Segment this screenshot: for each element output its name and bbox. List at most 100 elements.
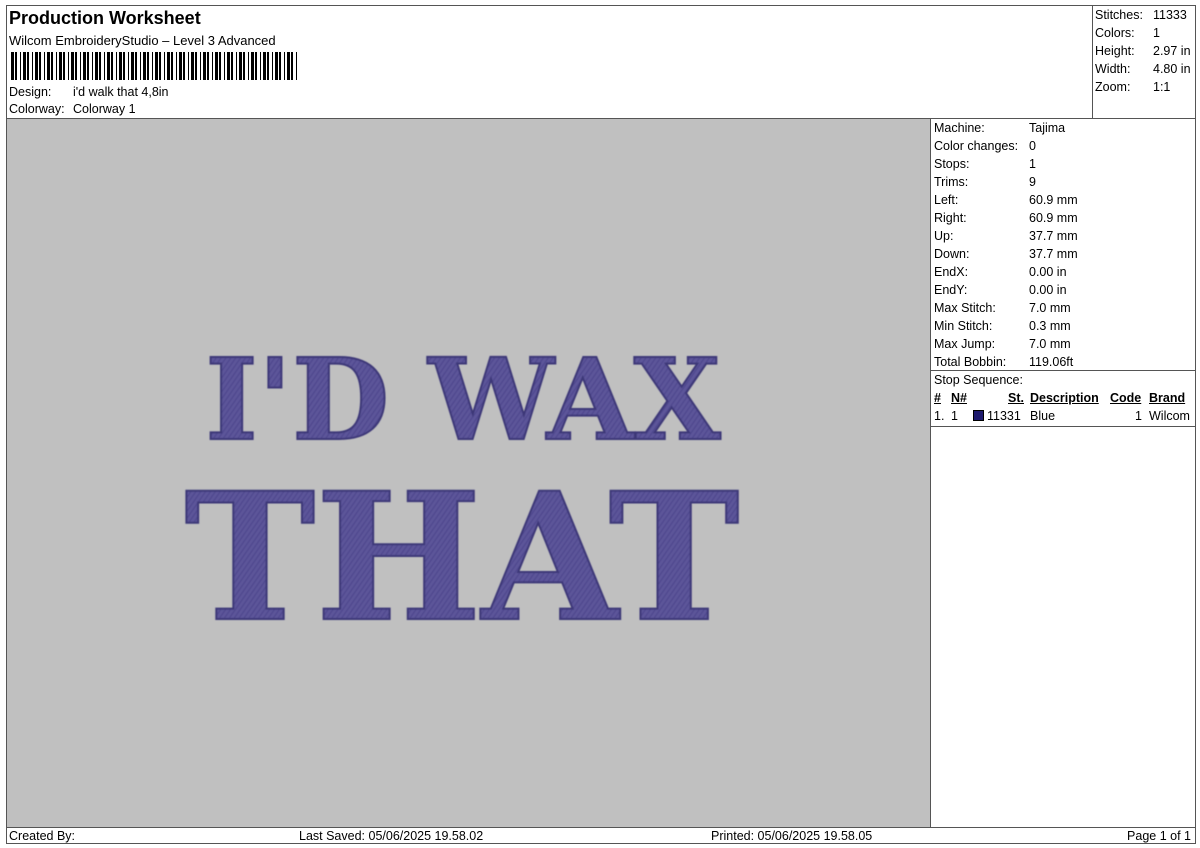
barcode-bar xyxy=(176,52,177,80)
colorway-row: Colorway: Colorway 1 xyxy=(9,102,136,116)
worksheet-header: Production Worksheet Wilcom EmbroiderySt… xyxy=(7,6,1093,119)
colors-label: Colors: xyxy=(1095,26,1135,40)
detail-label: Machine: xyxy=(934,121,985,135)
design-row: Design: i'd walk that 4,8in xyxy=(9,85,169,99)
detail-row: EndX: 0.00 in xyxy=(934,265,1067,279)
design-name: i'd walk that 4,8in xyxy=(73,85,169,99)
detail-value: 7.0 mm xyxy=(1029,301,1071,315)
worksheet-title: Production Worksheet xyxy=(9,8,201,28)
barcode-bar xyxy=(135,52,137,80)
zoom-row: Zoom: 1:1 xyxy=(1095,80,1170,94)
detail-value: 37.7 mm xyxy=(1029,247,1078,261)
barcode-bar xyxy=(35,52,38,80)
barcode-bar xyxy=(291,52,293,80)
barcode-bar xyxy=(243,52,245,80)
detail-value: 0 xyxy=(1029,139,1036,153)
barcode-bar xyxy=(224,52,225,80)
barcode-bar xyxy=(219,52,221,80)
barcode-bar xyxy=(200,52,201,80)
barcode-bar xyxy=(152,52,153,80)
detail-label: Max Stitch: xyxy=(934,301,996,315)
barcode-bar xyxy=(275,52,278,80)
design-text-line-2: THAT xyxy=(184,454,739,661)
barcode xyxy=(11,52,297,80)
barcode-bar xyxy=(56,52,57,80)
barcode-bar xyxy=(203,52,206,80)
detail-label: Stops: xyxy=(934,157,970,171)
barcode-bar xyxy=(128,52,129,80)
detail-row: Color changes: 0 xyxy=(934,139,1036,153)
software-name: Wilcom EmbroideryStudio – Level 3 Advanc… xyxy=(9,33,276,48)
colorway-name: Colorway 1 xyxy=(73,102,136,116)
detail-value: 37.7 mm xyxy=(1029,229,1078,243)
detail-row: Max Jump: 7.0 mm xyxy=(934,337,1071,351)
barcode-bar xyxy=(287,52,290,80)
height-label: Height: xyxy=(1095,44,1135,58)
design-label: Design: xyxy=(9,85,52,99)
barcode-bar xyxy=(183,52,185,80)
created-by: Created By: xyxy=(9,829,76,843)
col-header-code: Code xyxy=(1110,391,1142,405)
barcode-bar xyxy=(47,52,50,80)
barcode-bar xyxy=(23,52,26,80)
width-label: Width: xyxy=(1095,62,1131,76)
barcode-bar xyxy=(20,52,21,80)
zoom-label: Zoom: xyxy=(1095,80,1131,94)
stop-row-brand: Wilcom xyxy=(1149,409,1190,423)
detail-row: Left: 60.9 mm xyxy=(934,193,1078,207)
width-value: 4.80 in xyxy=(1153,62,1191,76)
detail-label: Max Jump: xyxy=(934,337,996,351)
barcode-bar xyxy=(104,52,105,80)
col-header-needle: N# xyxy=(951,391,967,405)
detail-value: Tajima xyxy=(1029,121,1066,135)
detail-label: Down: xyxy=(934,247,970,261)
barcode-bar xyxy=(83,52,86,80)
barcode-bar xyxy=(27,52,29,80)
barcode-bar xyxy=(99,52,101,80)
stop-row-code: 1 xyxy=(1135,409,1142,423)
detail-value: 0.00 in xyxy=(1029,265,1067,279)
colors-row: Colors: 1 xyxy=(1095,26,1160,40)
barcode-bar xyxy=(263,52,266,80)
detail-label: Total Bobbin: xyxy=(934,355,1007,369)
barcode-bar xyxy=(107,52,110,80)
detail-row: Down: 37.7 mm xyxy=(934,247,1078,261)
detail-label: Min Stitch: xyxy=(934,319,993,333)
production-worksheet: Production Worksheet Wilcom EmbroiderySt… xyxy=(6,5,1196,844)
barcode-bar xyxy=(44,52,45,80)
stop-row-number: 1. xyxy=(934,409,945,423)
detail-value: 0.3 mm xyxy=(1029,319,1071,333)
barcode-bar xyxy=(284,52,285,80)
barcode-bar xyxy=(119,52,122,80)
design-summary: Stitches: 11333 Colors: 1 Height: 2.97 in W… xyxy=(1093,6,1195,119)
barcode-bar xyxy=(123,52,125,80)
detail-value: 7.0 mm xyxy=(1029,337,1071,351)
barcode-bar xyxy=(296,52,297,80)
barcode-bar xyxy=(167,52,170,80)
barcode-bar xyxy=(80,52,81,80)
detail-row: Min Stitch: 0.3 mm xyxy=(934,319,1071,333)
barcode-bar xyxy=(207,52,209,80)
detail-row: Total Bobbin: 119.06ft xyxy=(934,355,1073,369)
barcode-bar xyxy=(59,52,62,80)
detail-value: 60.9 mm xyxy=(1029,193,1078,207)
divider xyxy=(931,370,1195,371)
stitches-row: Stitches: 11333 xyxy=(1095,8,1187,22)
detail-label: Left: xyxy=(934,193,959,207)
colors-value: 1 xyxy=(1153,26,1160,40)
barcode-bar xyxy=(164,52,165,80)
detail-row: Right: 60.9 mm xyxy=(934,211,1078,225)
barcode-bar xyxy=(131,52,134,80)
divider xyxy=(931,426,1195,427)
design-preview: I'D WAX THAT xyxy=(7,119,931,827)
detail-row: Up: 37.7 mm xyxy=(934,229,1078,243)
detail-value: 60.9 mm xyxy=(1029,211,1078,225)
barcode-bar xyxy=(248,52,249,80)
last-saved: Last Saved: 05/06/2025 19.58.02 xyxy=(299,829,484,843)
barcode-bar xyxy=(15,52,17,80)
machine-details-panel: Machine: Tajima Color changes: 0 Stops: 1 Trim… xyxy=(931,119,1195,827)
col-header-description: Description xyxy=(1030,391,1099,405)
barcode-bar xyxy=(63,52,65,80)
barcode-bar xyxy=(39,52,41,80)
detail-label: Trims: xyxy=(934,175,969,189)
